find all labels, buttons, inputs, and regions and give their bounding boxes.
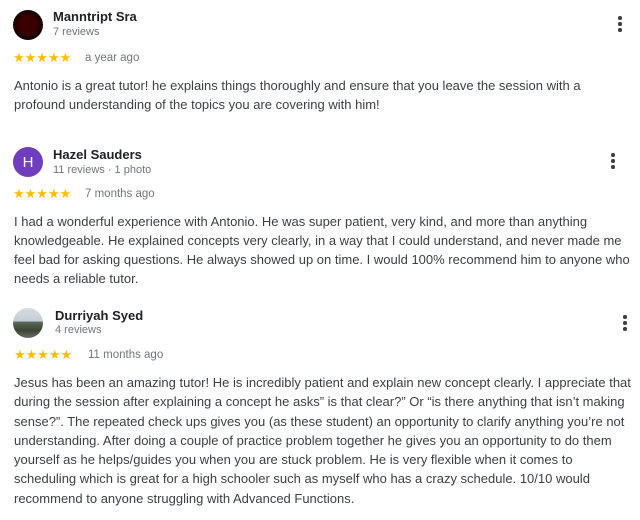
reviewer-meta[interactable]: 11 reviews · 1 photo — [53, 164, 151, 176]
reviewer-name[interactable]: Hazel Sauders — [53, 147, 142, 162]
reviewer-meta[interactable]: 4 reviews — [55, 324, 101, 336]
review-text: Antonio is a great tutor! he explains th… — [14, 78, 581, 112]
reviewer-name[interactable]: Durriyah Syed — [55, 308, 143, 323]
review-card: Manntript Sra 7 reviews ★★★★★ a year ago… — [0, 0, 640, 130]
review-text: I had a wonderful experience with Antoni… — [14, 214, 630, 286]
more-vert-icon[interactable] — [618, 313, 632, 333]
star-rating: ★★★★★ — [13, 50, 72, 65]
avatar[interactable]: H — [13, 147, 43, 177]
avatar[interactable] — [13, 10, 43, 40]
review-text: Jesus has been an amazing tutor! He is i… — [14, 375, 631, 506]
more-vert-icon[interactable] — [606, 151, 620, 171]
review-time: 7 months ago — [85, 188, 155, 200]
review-time: a year ago — [85, 52, 140, 64]
avatar-initial: H — [22, 153, 34, 171]
reviewer-meta[interactable]: 7 reviews — [53, 26, 99, 38]
review-card: Durriyah Syed 4 reviews ★★★★★ 11 months … — [0, 300, 640, 520]
star-rating: ★★★★★ — [14, 347, 73, 362]
reviewer-name[interactable]: Manntript Sra — [53, 9, 137, 24]
more-vert-icon[interactable] — [613, 14, 627, 34]
review-card: H Hazel Sauders 11 reviews · 1 photo ★★★… — [0, 140, 640, 290]
review-time: 11 months ago — [88, 349, 164, 361]
avatar[interactable] — [13, 308, 43, 338]
star-rating: ★★★★★ — [13, 186, 72, 201]
